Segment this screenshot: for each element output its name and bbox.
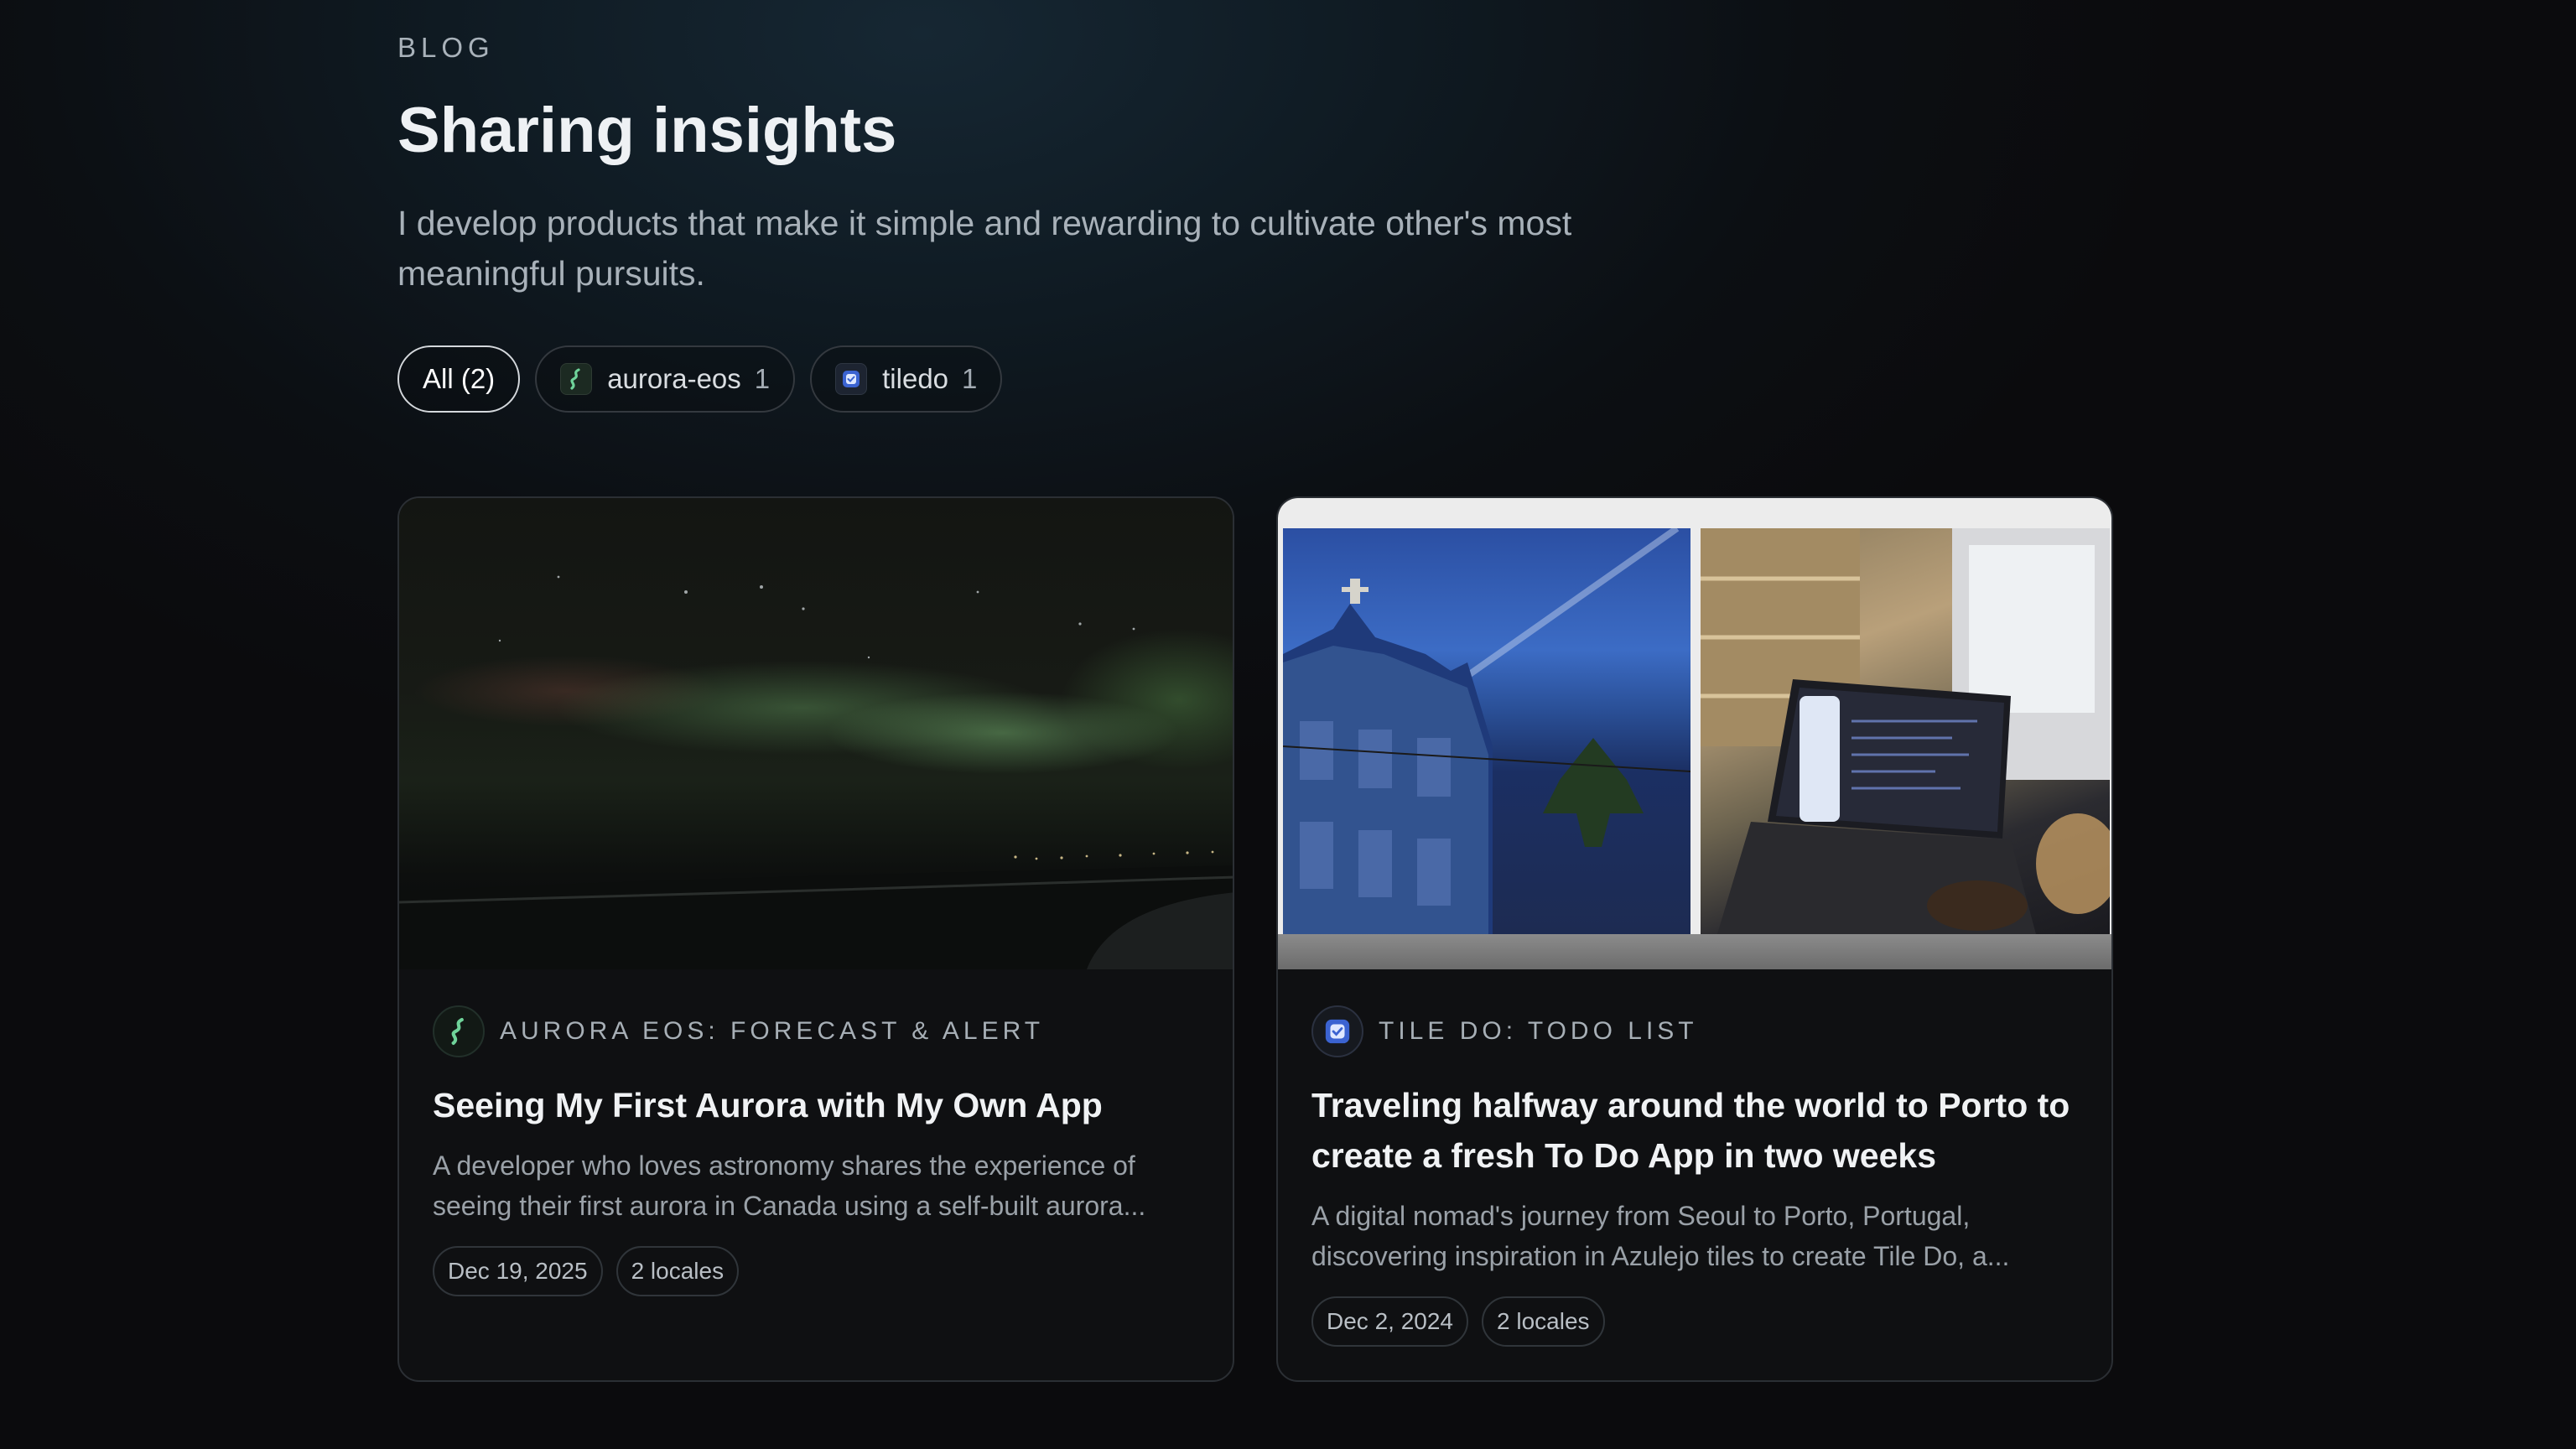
tiledo-app-icon <box>835 363 868 395</box>
app-row: AURORA EOS: FORECAST & ALERT <box>433 1005 1199 1058</box>
post-title[interactable]: Traveling halfway around the world to Po… <box>1311 1080 2078 1181</box>
post-card-tiledo[interactable]: TILE DO: TODO LIST Traveling halfway aro… <box>1276 496 2113 1382</box>
filter-tiledo[interactable]: tiledo 1 <box>810 345 1003 413</box>
post-chips: Dec 19, 2025 2 locales <box>433 1246 1199 1296</box>
filter-tiledo-count: 1 <box>962 363 978 394</box>
app-name: AURORA EOS: FORECAST & ALERT <box>500 1017 1045 1045</box>
post-description: A digital nomad's journey from Seoul to … <box>1311 1201 2010 1271</box>
aurora-eos-app-icon <box>433 1005 485 1057</box>
filter-bar: All (2) aurora-eos 1 tiledo 1 <box>397 345 1003 413</box>
post-description: A developer who loves astronomy shares t… <box>433 1150 1146 1221</box>
azulejo-church-photo <box>1283 528 1690 934</box>
post-locales: 2 locales <box>1482 1296 1605 1347</box>
post-meta: TILE DO: TODO LIST Traveling halfway aro… <box>1311 1005 2078 1347</box>
porto-photo-collage <box>1278 498 2111 969</box>
northern-lights-photo <box>399 498 1233 969</box>
post-date: Dec 19, 2025 <box>433 1246 603 1296</box>
aurora-eos-app-icon <box>560 363 593 395</box>
post-card-aurora[interactable]: AURORA EOS: FORECAST & ALERT Seeing My F… <box>397 496 1234 1382</box>
app-row: TILE DO: TODO LIST <box>1311 1005 2078 1058</box>
filter-all-label: All (2) <box>423 363 496 394</box>
filter-aurora-eos-count: 1 <box>754 363 771 394</box>
app-name: TILE DO: TODO LIST <box>1379 1017 1698 1045</box>
post-title[interactable]: Seeing My First Aurora with My Own App <box>433 1080 1199 1130</box>
filter-tiledo-label: tiledo <box>882 363 949 394</box>
section-eyebrow: BLOG <box>397 32 495 63</box>
filter-aurora-eos[interactable]: aurora-eos 1 <box>535 345 796 413</box>
page-title: Sharing insights <box>397 95 897 166</box>
post-locales: 2 locales <box>615 1246 740 1296</box>
page-subtitle: I develop products that make it simple a… <box>397 204 1572 293</box>
laptop-cafe-photo <box>1701 528 2110 934</box>
filter-aurora-eos-label: aurora-eos <box>607 363 741 394</box>
post-chips: Dec 2, 2024 2 locales <box>1311 1296 2078 1347</box>
post-meta: AURORA EOS: FORECAST & ALERT Seeing My F… <box>433 1005 1199 1296</box>
post-date: Dec 2, 2024 <box>1311 1296 1468 1347</box>
tiledo-app-icon <box>1311 1005 1363 1057</box>
filter-all[interactable]: All (2) <box>397 345 521 413</box>
